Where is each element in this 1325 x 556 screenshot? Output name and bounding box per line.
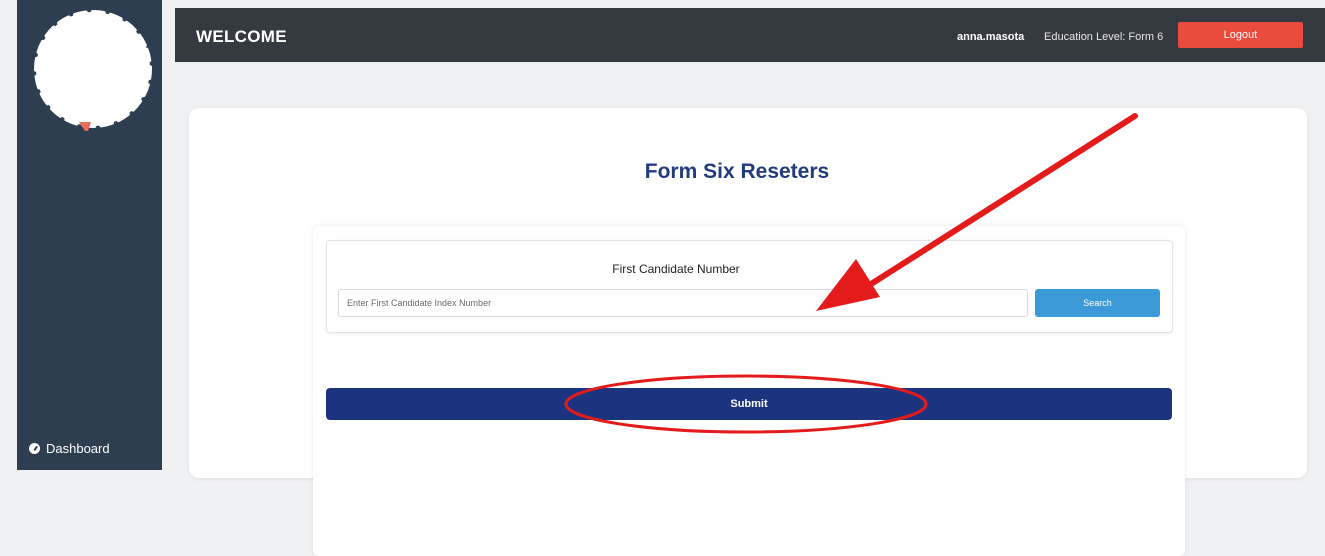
- sidebar: Dashboard: [17, 0, 162, 470]
- username-label: anna.masota: [957, 31, 1025, 43]
- submit-button[interactable]: Submit: [326, 388, 1172, 420]
- sidebar-item-label: Dashboard: [46, 441, 110, 456]
- main-card: Form Six Reseters First Candidate Number…: [189, 108, 1307, 556]
- candidate-index-input[interactable]: [338, 289, 1028, 317]
- page-header-title: WELCOME: [196, 27, 287, 46]
- avatar-frame: [34, 10, 152, 131]
- form-card: First Candidate Number Search Submit: [313, 226, 1185, 556]
- candidate-search-panel: First Candidate Number Search: [326, 240, 1173, 333]
- education-level-label: Education Level: Form 6: [1044, 31, 1164, 43]
- dashboard-icon: [29, 443, 40, 454]
- avatar: [31, 3, 156, 131]
- candidate-number-label: First Candidate Number: [612, 262, 740, 276]
- top-navbar: WELCOME anna.masota Education Level: For…: [175, 8, 1325, 62]
- search-button[interactable]: Search: [1035, 289, 1160, 317]
- sidebar-item-dashboard[interactable]: Dashboard: [29, 441, 110, 456]
- page-title: Form Six Reseters: [644, 160, 830, 183]
- logout-button[interactable]: Logout: [1178, 22, 1303, 48]
